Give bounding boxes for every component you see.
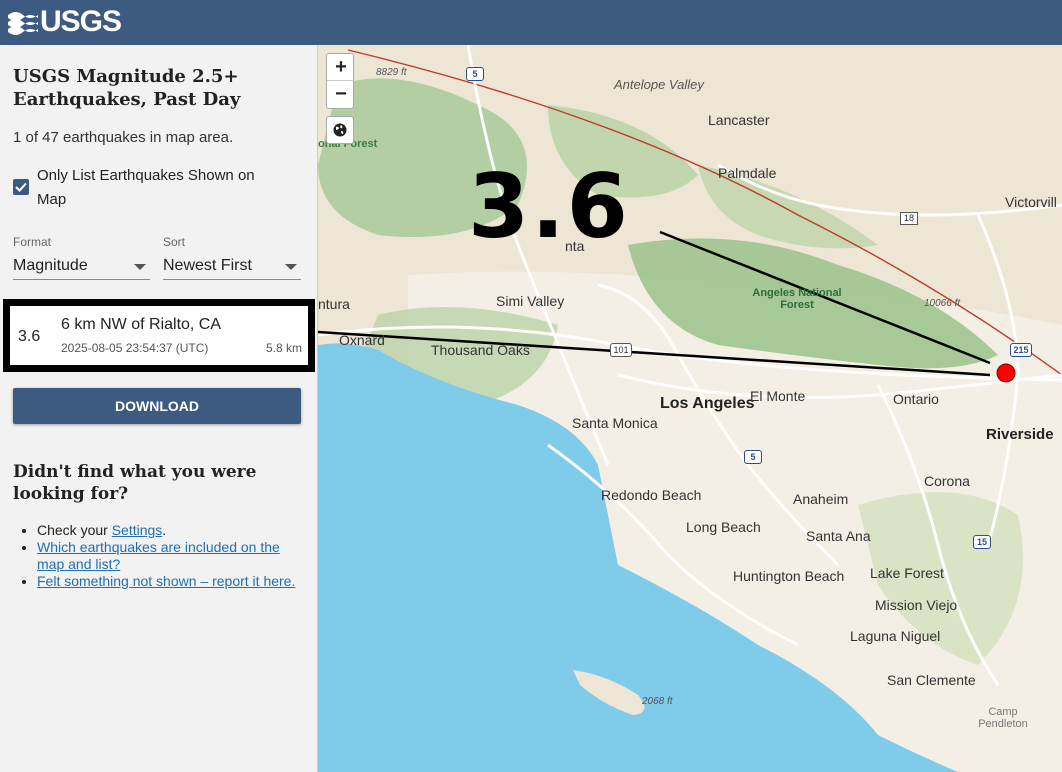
globe-icon <box>333 123 347 137</box>
only-list-checkbox[interactable] <box>13 179 29 195</box>
place-mission-viejo: Mission Viejo <box>875 597 958 613</box>
check-icon <box>15 182 27 192</box>
chevron-down-icon <box>285 264 297 270</box>
download-button[interactable]: DOWNLOAD <box>13 388 301 424</box>
highway-shield-18: 18 <box>900 212 918 225</box>
zoom-control: + − <box>326 53 355 109</box>
highway-shield-5: 5 <box>466 67 484 81</box>
format-label: Format <box>13 235 52 249</box>
help-list: Check your Settings. Which earthquakes a… <box>37 522 303 590</box>
elevation-2068: 2068 ft <box>642 696 673 707</box>
magnitude-callout: 3.6 <box>468 155 630 258</box>
place-angeles-nf: Angeles National Forest <box>752 287 842 311</box>
place-huntington-beach: Huntington Beach <box>733 568 845 584</box>
settings-suffix: . <box>162 522 167 538</box>
map-view[interactable]: Antelope Valley Lancaster Palmdale Victo… <box>318 45 1062 772</box>
help-title: Didn't find what you were looking for? <box>13 462 257 504</box>
place-el-monte: El Monte <box>750 388 806 404</box>
earthquake-count: 1 of 47 earthquakes in map area. <box>13 129 234 146</box>
earthquake-list-item[interactable]: 3.6 6 km NW of Rialto, CA 2025-08-05 23:… <box>3 299 315 372</box>
place-lake-forest: Lake Forest <box>870 565 944 581</box>
logo-text: USGS <box>40 5 122 38</box>
place-victorville: Victorvill <box>1005 194 1057 210</box>
place-antelope-valley: Antelope Valley <box>614 77 704 92</box>
highway-shield-215: 215 <box>1010 343 1032 357</box>
help-item-included: Which earthquakes are included on the ma… <box>37 539 303 573</box>
place-riverside: Riverside <box>986 426 1054 443</box>
included-link[interactable]: Which earthquakes are included on the ma… <box>37 539 280 572</box>
place-ontario: Ontario <box>893 391 939 407</box>
sidebar: USGS Magnitude 2.5+ Earthquakes, Past Da… <box>0 45 318 772</box>
place-laguna-niguel: Laguna Niguel <box>850 628 941 644</box>
highway-shield-101: 101 <box>610 343 632 357</box>
format-select[interactable]: Magnitude <box>13 252 150 280</box>
chevron-down-icon <box>134 264 146 270</box>
sort-label: Sort <box>163 235 186 249</box>
place-santa-ana: Santa Ana <box>806 528 871 544</box>
place-thousand-oaks: Thousand Oaks <box>431 342 530 358</box>
place-palmdale: Palmdale <box>718 165 777 181</box>
elevation-8829: 8829 ft <box>376 67 407 78</box>
header-bar: USGS <box>0 0 1062 45</box>
place-san-clemente: San Clemente <box>887 672 976 688</box>
place-lancaster: Lancaster <box>708 112 770 128</box>
place-simi-valley: Simi Valley <box>496 293 565 309</box>
earthquake-place: 6 km NW of Rialto, CA <box>61 316 222 333</box>
place-long-beach: Long Beach <box>686 519 761 535</box>
basemap-layers-button[interactable] <box>326 116 354 144</box>
help-item-felt: Felt something not shown – report it her… <box>37 573 303 590</box>
settings-prefix: Check your <box>37 522 112 538</box>
place-camp-pendleton: Camp Pendleton <box>978 706 1028 730</box>
sort-value: Newest First <box>163 257 252 274</box>
felt-report-link[interactable]: Felt something not shown – report it her… <box>37 573 295 589</box>
usgs-logo[interactable]: USGS <box>8 5 122 38</box>
help-item-settings: Check your Settings. <box>37 522 303 539</box>
earthquake-magnitude: 3.6 <box>18 328 41 345</box>
place-santa-monica: Santa Monica <box>572 415 658 431</box>
place-anaheim: Anaheim <box>793 491 849 507</box>
earthquake-depth: 5.8 km <box>265 341 302 355</box>
settings-link[interactable]: Settings <box>112 522 163 538</box>
sort-select[interactable]: Newest First <box>163 252 301 280</box>
earthquake-marker[interactable] <box>996 363 1016 383</box>
place-ventura: ntura <box>318 296 350 312</box>
zoom-in-button[interactable]: + <box>327 54 355 81</box>
place-los-angeles: Los Angeles <box>660 395 755 412</box>
only-list-label[interactable]: Only List Earthquakes Shown on Map <box>37 164 287 212</box>
format-value: Magnitude <box>13 257 88 274</box>
usgs-wave-icon <box>8 12 38 35</box>
page-title: USGS Magnitude 2.5+ Earthquakes, Past Da… <box>13 66 241 110</box>
highway-shield-15: 15 <box>973 535 991 549</box>
place-corona: Corona <box>924 473 970 489</box>
elevation-10066: 10066 ft <box>924 298 961 309</box>
earthquake-time: 2025-08-05 23:54:37 (UTC) <box>61 341 209 355</box>
zoom-out-button[interactable]: − <box>327 81 355 108</box>
highway-shield-5-south: 5 <box>744 450 762 464</box>
place-redondo-beach: Redondo Beach <box>601 487 702 503</box>
place-oxnard: Oxnard <box>339 332 385 348</box>
